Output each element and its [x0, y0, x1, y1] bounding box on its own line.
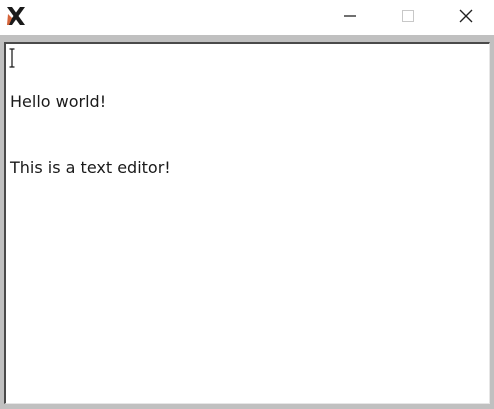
- maximize-button[interactable]: [394, 4, 422, 30]
- minimize-button[interactable]: [336, 4, 364, 30]
- text-editor-area[interactable]: Hello world! This is a text editor!: [4, 42, 490, 404]
- x-window-system-icon: [5, 5, 27, 27]
- title-bar[interactable]: [0, 0, 494, 35]
- maximize-icon: [401, 8, 415, 27]
- text-line[interactable]: Hello world!: [10, 91, 485, 113]
- editor-window: Hello world! This is a text editor!: [0, 0, 494, 409]
- close-button[interactable]: [452, 4, 480, 30]
- close-icon: [459, 8, 473, 27]
- text-line[interactable]: This is a text editor!: [10, 157, 485, 179]
- editor-text[interactable]: Hello world! This is a text editor!: [10, 47, 485, 399]
- minimize-icon: [343, 8, 357, 27]
